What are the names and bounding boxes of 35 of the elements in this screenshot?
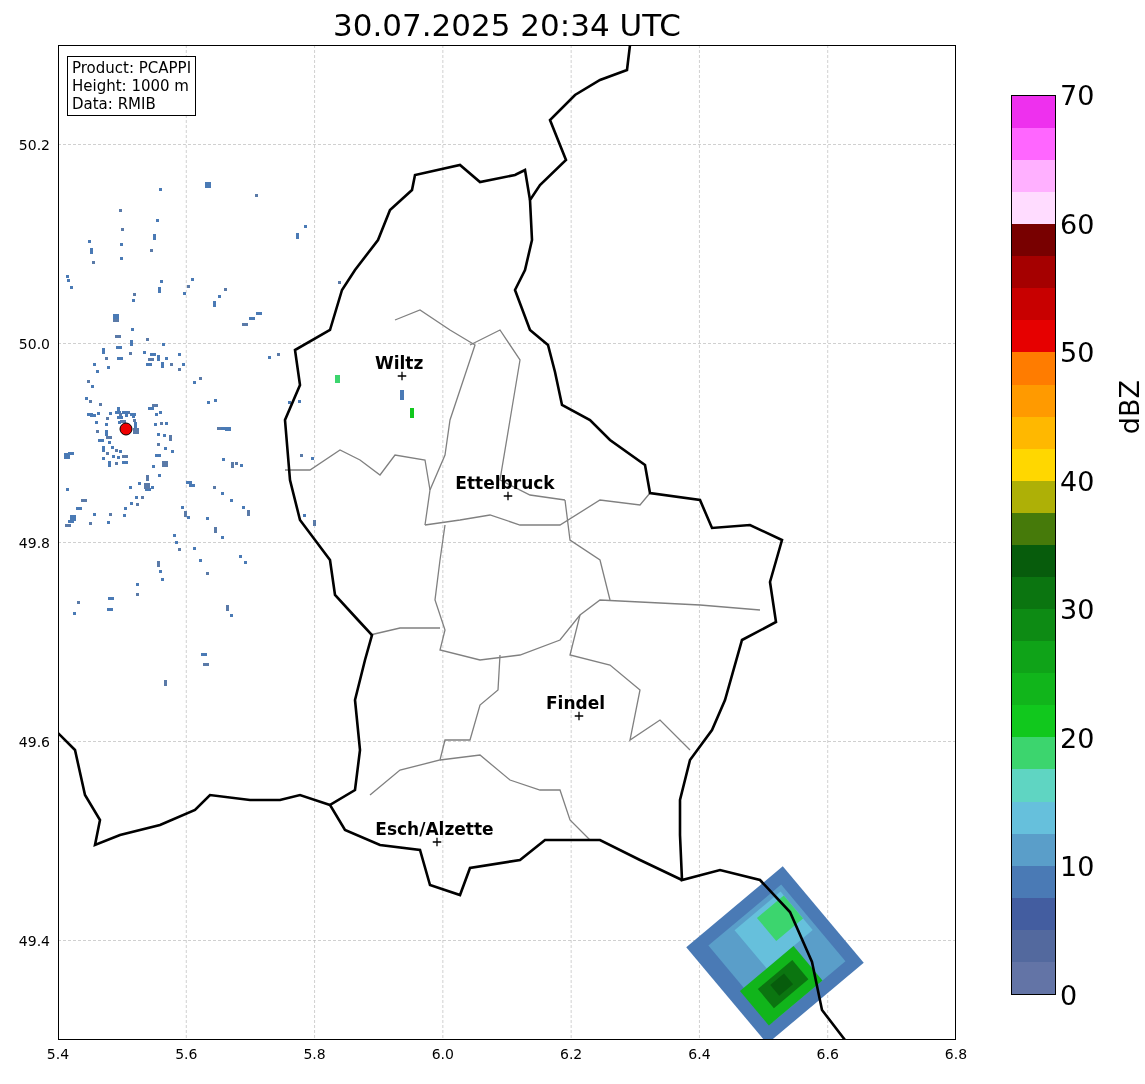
city-label: Ettelbruck xyxy=(455,472,555,493)
radar-site-icon xyxy=(119,422,133,436)
x-tick-label: 6.4 xyxy=(688,1046,711,1062)
city-label: Wiltz xyxy=(374,353,424,374)
plus-marker-icon xyxy=(397,371,407,381)
y-tick-label: 49.6 xyxy=(18,733,50,750)
x-tick-label: 6.6 xyxy=(816,1046,839,1062)
city-label: Findel xyxy=(546,692,606,713)
chart-title: 30.07.2025 20:34 UTC xyxy=(332,6,682,45)
colorbar-tick-label: 70 xyxy=(1060,79,1095,111)
colorbar-tick-label: 0 xyxy=(1060,979,1078,1011)
plus-marker-icon xyxy=(503,491,513,501)
x-tick-label: 6.2 xyxy=(560,1046,583,1062)
y-tick-label: 50.0 xyxy=(18,335,50,352)
y-tick-label: 49.4 xyxy=(18,932,50,949)
y-tick-label: 49.8 xyxy=(18,534,50,551)
colorbar-tick-label: 10 xyxy=(1060,850,1095,882)
info-line: Height: 1000 m xyxy=(72,77,190,95)
x-tick-label: 5.6 xyxy=(175,1046,198,1062)
x-tick-label: 6.0 xyxy=(431,1046,454,1062)
plus-marker-icon xyxy=(432,837,442,847)
city-label: Esch/Alzette xyxy=(375,819,494,839)
plus-marker-icon xyxy=(574,711,584,721)
x-tick-label: 5.4 xyxy=(46,1046,70,1062)
x-tick-label: 6.8 xyxy=(944,1046,968,1062)
colorbar-tick-label: 30 xyxy=(1060,593,1095,625)
colorbar-tick-label: 40 xyxy=(1060,465,1095,497)
info-line: Product: PCAPPI xyxy=(72,59,192,77)
info-line: Data: RMIB xyxy=(72,95,157,113)
colorbar-tick-label: 20 xyxy=(1060,722,1095,754)
colorbar-label: dBZ xyxy=(1114,380,1145,435)
x-tick-label: 5.8 xyxy=(303,1046,326,1062)
colorbar-tick-label: 60 xyxy=(1060,208,1095,240)
y-tick-label: 50.2 xyxy=(18,136,50,153)
colorbar-tick-label: 50 xyxy=(1060,336,1095,368)
